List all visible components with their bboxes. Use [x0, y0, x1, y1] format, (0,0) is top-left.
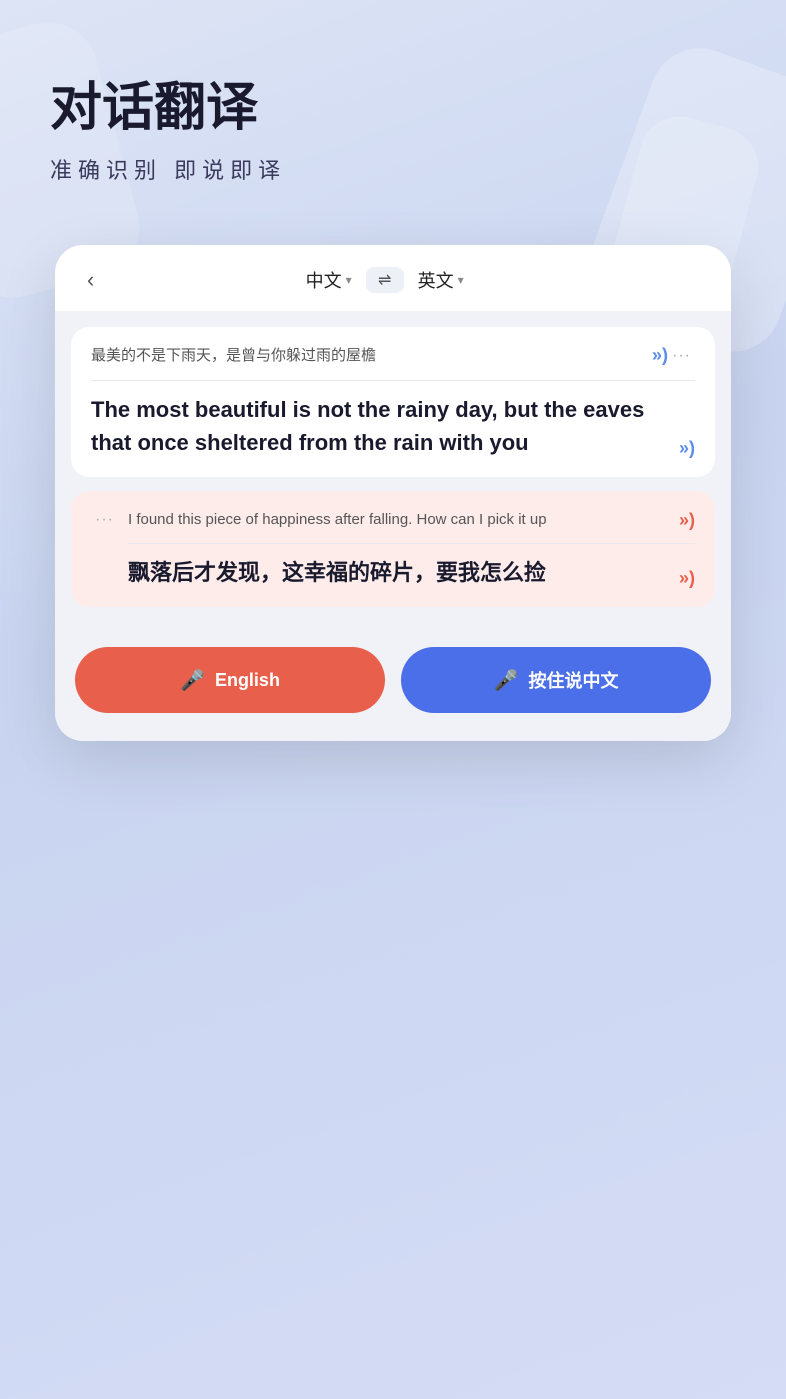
swap-button[interactable]: ⇌ — [366, 267, 404, 293]
lang-left-selector[interactable]: 中文 ▾ — [306, 267, 352, 293]
bubble-1-header: 最美的不是下雨天，是曾与你躲过雨的屋檐 ») ··· — [91, 345, 695, 368]
bubble-2-translation-sound-icon[interactable]: ») — [679, 568, 695, 589]
bubble-1-translation: The most beautiful is not the rainy day,… — [91, 393, 669, 459]
speak-chinese-button[interactable]: 🎤 按住说中文 — [401, 647, 711, 713]
bubble-2-divider — [128, 543, 695, 544]
lang-right-label: 英文 — [418, 267, 454, 293]
bubble-1-original: 最美的不是下雨天，是曾与你躲过雨的屋檐 — [91, 345, 642, 368]
bubble-2-more-button[interactable]: ··· — [91, 509, 118, 531]
nav-bar: ‹ 中文 ▾ ⇌ 英文 ▾ — [55, 245, 731, 311]
bottom-buttons: 🎤 English 🎤 按住说中文 — [55, 623, 731, 741]
lang-left-arrow: ▾ — [346, 273, 352, 287]
language-selector: 中文 ▾ ⇌ 英文 ▾ — [306, 267, 464, 293]
header-section: 对话翻译 准确识别 即说即译 — [0, 0, 786, 225]
bubble-2-content: I found this piece of happiness after fa… — [128, 509, 695, 590]
chat-area: 最美的不是下雨天，是曾与你躲过雨的屋檐 ») ··· The most beau… — [55, 311, 731, 623]
bubble-2-translation: 飘落后才发现，这幸福的碎片，要我怎么捡 — [128, 556, 669, 589]
translation-card: ‹ 中文 ▾ ⇌ 英文 ▾ 最美的不是下雨天，是曾与你躲过雨的屋檐 ») ··· — [55, 245, 731, 741]
page-title: 对话翻译 — [50, 80, 736, 137]
bubble-2-original: I found this piece of happiness after fa… — [128, 509, 669, 532]
english-mic-icon: 🎤 — [180, 668, 205, 693]
lang-left-label: 中文 — [306, 267, 342, 293]
bubble-1-sound-icon[interactable]: ») — [652, 345, 668, 366]
swap-icon: ⇌ — [378, 270, 391, 290]
lang-right-selector[interactable]: 英文 ▾ — [418, 267, 464, 293]
page-subtitle: 准确识别 即说即译 — [50, 153, 736, 185]
chinese-mic-icon: 🎤 — [494, 668, 519, 693]
bubble-1-more-button[interactable]: ··· — [668, 345, 695, 367]
speak-english-button[interactable]: 🎤 English — [75, 647, 385, 713]
lang-right-arrow: ▾ — [458, 273, 464, 287]
back-button[interactable]: ‹ — [79, 263, 102, 297]
bubble-2-row: ··· I found this piece of happiness afte… — [91, 509, 695, 590]
bubble-1-translation-row: The most beautiful is not the rainy day,… — [91, 393, 695, 459]
message-bubble-2: ··· I found this piece of happiness afte… — [71, 491, 715, 608]
chinese-button-label: 按住说中文 — [528, 667, 618, 693]
english-button-label: English — [215, 670, 280, 691]
bubble-1-divider — [91, 380, 695, 381]
bubble-1-translation-sound-icon[interactable]: ») — [679, 438, 695, 459]
bubble-2-sound-icon[interactable]: ») — [679, 510, 695, 531]
message-bubble-1: 最美的不是下雨天，是曾与你躲过雨的屋檐 ») ··· The most beau… — [71, 327, 715, 477]
